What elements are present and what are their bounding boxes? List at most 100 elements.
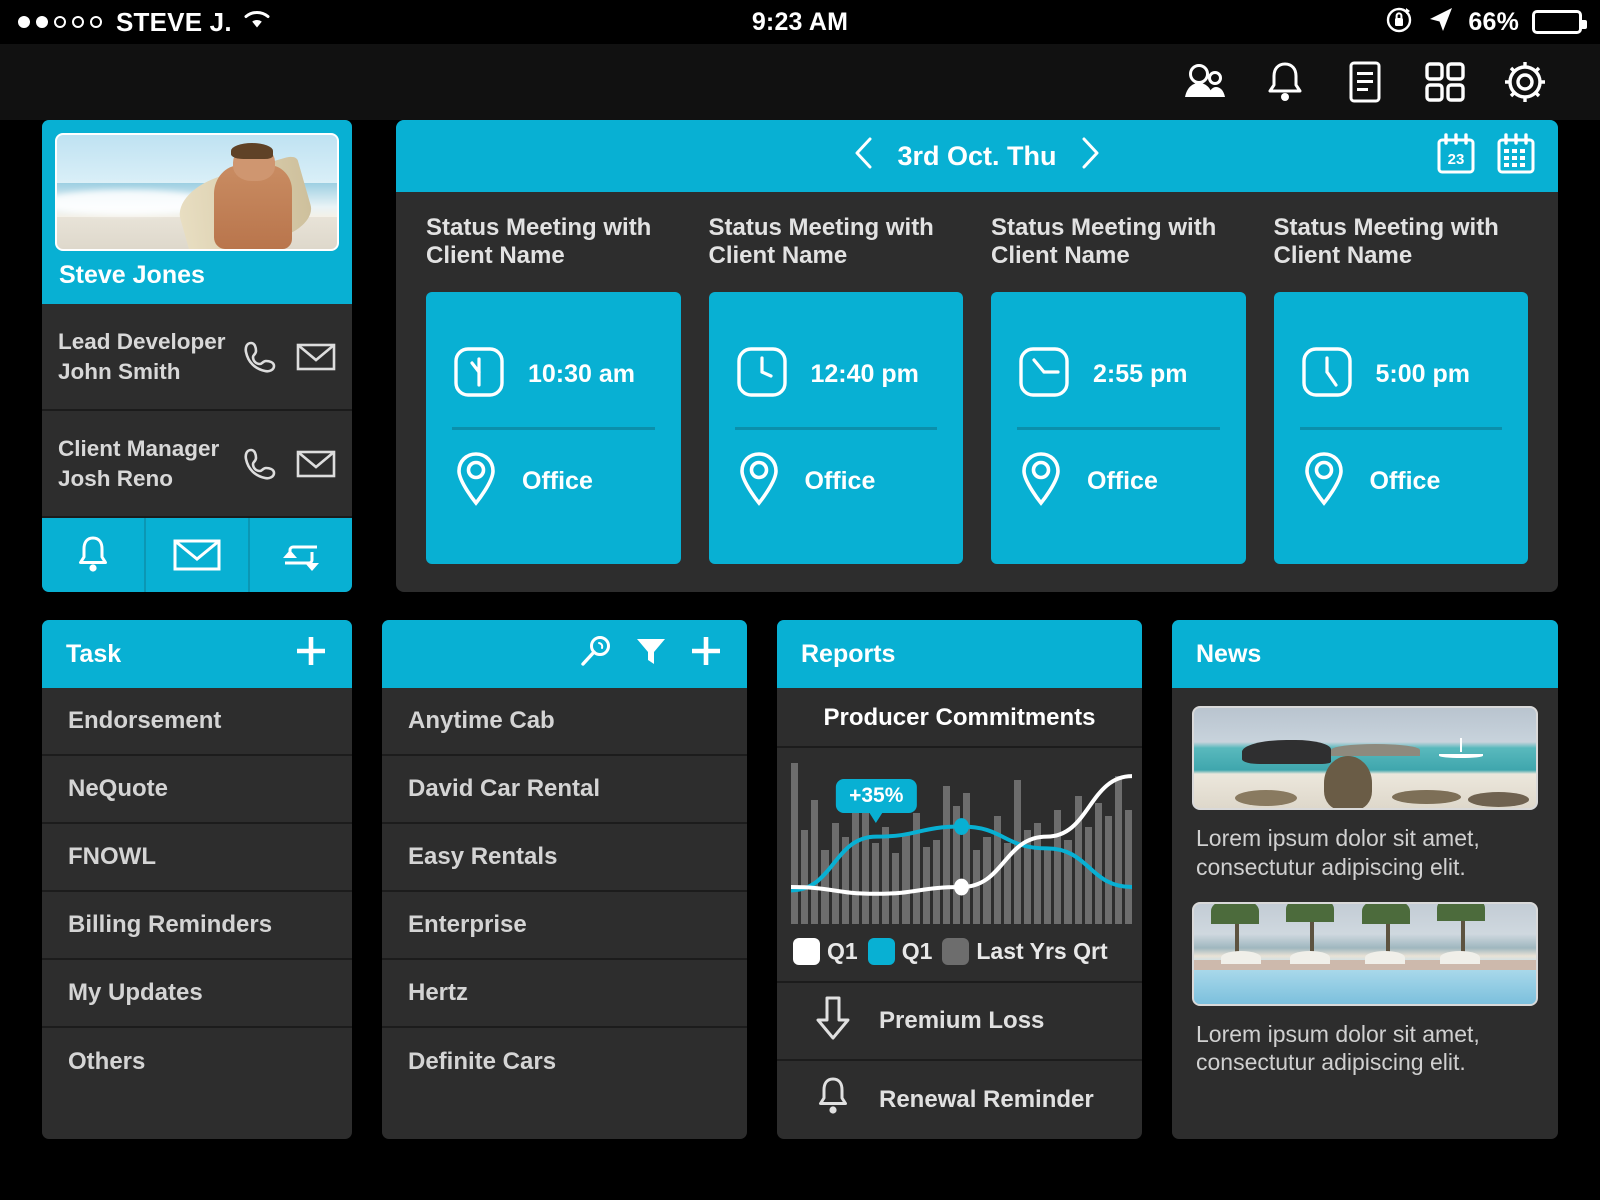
bell-icon[interactable]: [42, 518, 146, 592]
location-arrow-icon: [1427, 5, 1455, 40]
legend-label: Last Yrs Qrt: [976, 938, 1108, 964]
list-item[interactable]: Endorsement: [42, 688, 352, 756]
contact-row[interactable]: Client Manager Josh Reno: [42, 411, 352, 518]
location-pin-icon: [1300, 449, 1348, 514]
sync-icon[interactable]: [250, 518, 352, 592]
list-item[interactable]: My Updates: [42, 960, 352, 1028]
plus-icon[interactable]: [689, 634, 723, 675]
producer-commitments-chart: +35%: [791, 756, 1133, 924]
meeting-time: 10:30 am: [528, 360, 636, 388]
signal-strength-dots: [18, 16, 102, 28]
contact-role: Lead Developer: [58, 329, 226, 355]
current-date-label: 3rd Oct. Thu: [897, 140, 1057, 171]
legend-entry: Q1: [793, 938, 858, 965]
meeting-time: 5:00 pm: [1375, 360, 1470, 388]
phone-icon[interactable]: [240, 337, 280, 377]
envelope-icon[interactable]: [296, 337, 336, 377]
carrier-label: STEVE J.: [116, 6, 232, 37]
location-pin-icon: [735, 449, 783, 514]
page-body: Steve Jones Lead Developer John Smith Cl…: [0, 120, 1600, 1139]
legend-entry: Q1: [867, 938, 932, 965]
card-divider: [734, 426, 937, 430]
meeting-item[interactable]: Status Meeting with Client Name 10:30 am…: [426, 214, 681, 564]
clock-icon: [1017, 345, 1071, 404]
date-navigator: 3rd Oct. Thu: [396, 137, 1558, 176]
gear-icon[interactable]: [1502, 59, 1548, 105]
vendor-panel-header: [382, 620, 747, 688]
contact-person: Josh Reno: [58, 465, 174, 491]
meeting-time: 2:55 pm: [1093, 360, 1188, 388]
meeting-item[interactable]: Status Meeting with Client Name 5:00 pm: [1273, 214, 1528, 564]
meeting-time-row: 12:40 pm: [735, 329, 938, 421]
report-row-renewal-reminder[interactable]: Renewal Reminder: [777, 1061, 1142, 1139]
legend-entry: Last Yrs Qrt: [942, 938, 1108, 965]
card-divider: [452, 426, 655, 430]
list-item[interactable]: Enterprise: [382, 892, 747, 960]
envelope-icon[interactable]: [296, 444, 336, 484]
down-arrow-icon: [813, 995, 853, 1048]
list-item[interactable]: Easy Rentals: [382, 824, 747, 892]
news-panel: News Lorem ipsum dolor sit amet, consect…: [1172, 620, 1558, 1139]
next-day-button[interactable]: [1079, 137, 1101, 176]
document-icon[interactable]: [1342, 59, 1388, 105]
news-list: Lorem ipsum dolor sit amet, consectutur …: [1172, 688, 1558, 1111]
list-item[interactable]: Definite Cars: [382, 1028, 747, 1096]
wifi-icon: [242, 7, 272, 38]
meeting-item[interactable]: Status Meeting with Client Name 2:55 pm: [991, 214, 1246, 564]
clock-icon: [735, 345, 789, 404]
filter-icon[interactable]: [635, 635, 667, 674]
meeting-card[interactable]: 12:40 pm Office: [708, 292, 963, 564]
envelope-icon[interactable]: [146, 518, 250, 592]
reports-panel: Reports Producer Commitments +35% Q1 Q1: [777, 620, 1142, 1139]
news-item-text: Lorem ipsum dolor sit amet, consectutur …: [1196, 1020, 1480, 1076]
chart-legend: Q1 Q1 Last Yrs Qrt: [777, 924, 1142, 983]
list-item[interactable]: David Car Rental: [382, 756, 747, 824]
contact-role-name: Lead Developer John Smith: [58, 327, 240, 386]
contact-role-name: Client Manager Josh Reno: [58, 434, 240, 493]
news-item[interactable]: Lorem ipsum dolor sit amet, consectutur …: [1192, 901, 1538, 1098]
prev-day-button[interactable]: [853, 137, 875, 176]
meeting-title: Status Meeting with Client Name: [1273, 214, 1499, 270]
calendar-month-icon[interactable]: [1496, 132, 1536, 180]
list-item[interactable]: Anytime Cab: [382, 688, 747, 756]
plus-icon[interactable]: [294, 634, 328, 675]
search-icon[interactable]: [579, 634, 613, 675]
schedule-panel: 3rd Oct. Thu 23 Status Meeting with Clie…: [396, 120, 1558, 592]
meeting-location: Office: [1087, 467, 1158, 495]
list-item[interactable]: FNOWL: [42, 824, 352, 892]
meeting-card[interactable]: 10:30 am Office: [426, 292, 681, 564]
meeting-card[interactable]: 2:55 pm Office: [991, 292, 1246, 564]
svg-text:23: 23: [1448, 151, 1465, 168]
meeting-time-row: 5:00 pm: [1300, 329, 1503, 421]
list-item[interactable]: Others: [42, 1028, 352, 1096]
bell-icon[interactable]: [1262, 59, 1308, 105]
report-row-premium-loss[interactable]: Premium Loss: [777, 983, 1142, 1061]
location-pin-icon: [1017, 449, 1065, 514]
profile-action-bar: [42, 518, 352, 592]
chart-title: Producer Commitments: [777, 688, 1142, 748]
list-item[interactable]: Hertz: [382, 960, 747, 1028]
meeting-card[interactable]: 5:00 pm Office: [1273, 292, 1528, 564]
meeting-item[interactable]: Status Meeting with Client Name 12:40 pm: [708, 214, 963, 564]
contact-role: Client Manager: [58, 436, 220, 462]
contact-row[interactable]: Lead Developer John Smith: [42, 304, 352, 411]
bottom-row: Task Endorsement NeQuote FNOWL Billing R…: [42, 620, 1558, 1139]
phone-icon[interactable]: [240, 444, 280, 484]
news-item[interactable]: Lorem ipsum dolor sit amet, consectutur …: [1192, 706, 1538, 902]
profile-card: Steve Jones Lead Developer John Smith Cl…: [42, 120, 352, 592]
task-panel-header: Task: [42, 620, 352, 688]
meeting-title: Status Meeting with Client Name: [708, 214, 934, 270]
app-screen: STEVE J. 9:23 AM 66% Steve Jones Lead De…: [0, 0, 1600, 1200]
meeting-time-row: 10:30 am: [452, 329, 655, 421]
meeting-location-row: Office: [1300, 436, 1503, 528]
meeting-time-row: 2:55 pm: [1017, 329, 1220, 421]
list-item[interactable]: Billing Reminders: [42, 892, 352, 960]
meeting-location: Office: [522, 467, 593, 495]
list-item[interactable]: NeQuote: [42, 756, 352, 824]
grid-icon[interactable]: [1422, 59, 1468, 105]
top-row: Steve Jones Lead Developer John Smith Cl…: [42, 120, 1558, 592]
contacts-icon[interactable]: [1182, 59, 1228, 105]
news-panel-header: News: [1172, 620, 1558, 688]
calendar-day-icon[interactable]: 23: [1436, 132, 1476, 180]
contact-actions: [240, 337, 336, 377]
